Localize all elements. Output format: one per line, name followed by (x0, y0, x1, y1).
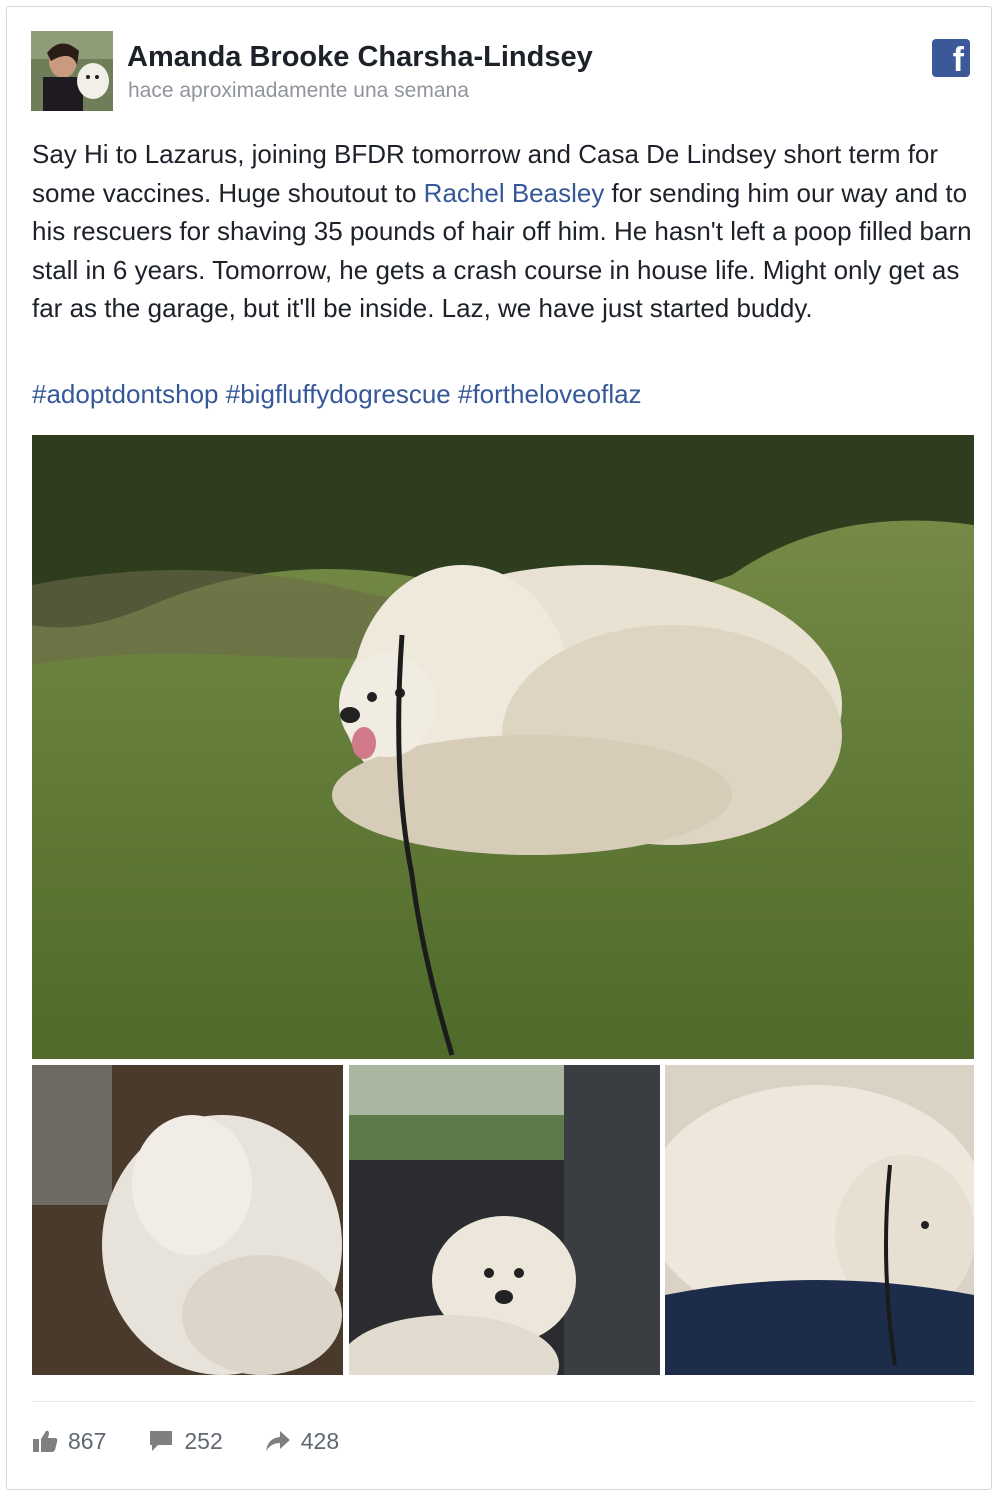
mention-link[interactable]: Rachel Beasley (424, 178, 605, 208)
hashtag-link[interactable]: #bigfluffydogrescue (226, 379, 451, 409)
main-photo[interactable] (32, 435, 974, 1059)
engagement-stats: 867 252 428 (32, 1421, 381, 1461)
post-card: Amanda Brooke Charsha-Lindsey hace aprox… (6, 6, 992, 1490)
facebook-icon[interactable]: f (932, 39, 970, 77)
thumbs-up-icon (33, 1430, 58, 1452)
share-count: 428 (300, 1427, 340, 1454)
post-text: Say Hi to Lazarus, joining BFDR tomorrow… (32, 135, 977, 328)
avatar[interactable] (31, 31, 113, 111)
thumbnail-photo-2[interactable] (349, 1065, 660, 1375)
thumbnail-photo-3[interactable] (665, 1065, 974, 1375)
like-count: 867 (68, 1427, 107, 1454)
comment-icon (150, 1431, 173, 1451)
like-stat[interactable]: 867 (32, 1428, 106, 1455)
hashtag-link[interactable]: #adoptdontshop (32, 379, 219, 409)
share-stat[interactable]: 428 (265, 1428, 339, 1455)
comment-count: 252 (184, 1427, 223, 1454)
post-timestamp[interactable]: hace aproximadamente una semana (128, 79, 469, 103)
stats-divider (32, 1401, 974, 1402)
author-name[interactable]: Amanda Brooke Charsha-Lindsey (127, 41, 593, 74)
hashtag-link[interactable]: #fortheloveoflaz (458, 379, 642, 409)
share-arrow-icon (265, 1431, 290, 1451)
hashtags: #adoptdontshop #bigfluffydogrescue #fort… (32, 379, 642, 410)
thumbnail-photo-1[interactable] (32, 1065, 343, 1375)
comment-stat[interactable]: 252 (148, 1427, 223, 1455)
